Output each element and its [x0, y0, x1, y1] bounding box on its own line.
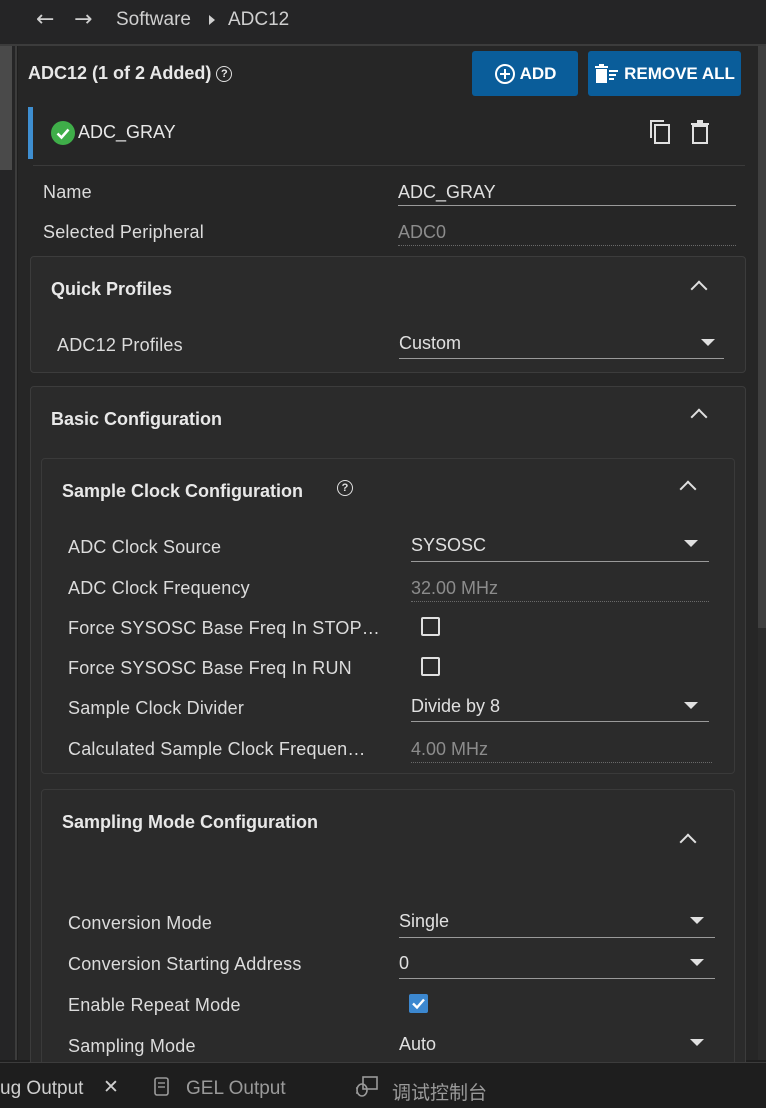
repeat-mode-label: Enable Repeat Mode: [68, 995, 241, 1015]
basic-config-title: Basic Configuration: [51, 409, 223, 429]
name-label: Name: [43, 182, 92, 202]
calc-freq-underline: [411, 762, 712, 764]
forward-arrow-icon[interactable]: →: [74, 7, 92, 32]
sampling-mode-select[interactable]: Auto: [399, 1034, 436, 1055]
force-run-label: Force SYSOSC Base Freq In RUN: [68, 658, 352, 678]
profiles-label: ADC12 Profiles: [57, 335, 183, 355]
profiles-dropdown-icon[interactable]: [701, 339, 715, 346]
clock-divider-underline: [411, 721, 709, 722]
start-addr-underline: [399, 978, 715, 979]
sampling-mode-label: Sampling Mode: [68, 1036, 196, 1056]
sample-clock-section: [41, 458, 735, 774]
peripheral-label: Selected Peripheral: [43, 222, 204, 242]
start-addr-dropdown-icon[interactable]: [690, 959, 704, 966]
left-gutter: [0, 46, 17, 1060]
delete-all-icon: [595, 63, 619, 83]
clock-divider-dropdown-icon[interactable]: [684, 702, 698, 709]
selection-accent: [28, 107, 33, 159]
clock-source-dropdown-icon[interactable]: [684, 540, 698, 547]
breadcrumb-software[interactable]: Software: [116, 9, 191, 31]
repeat-mode-checkbox[interactable]: [409, 994, 428, 1013]
clock-divider-select[interactable]: Divide by 8: [411, 696, 500, 717]
instance-name[interactable]: ADC_GRAY: [78, 122, 176, 143]
breadcrumb-separator-icon: [209, 15, 215, 25]
close-tab-icon[interactable]: ✕: [103, 1076, 119, 1098]
debug-console-icon: [356, 1076, 378, 1097]
module-title: ADC12 (1 of 2 Added) ?: [28, 63, 233, 84]
add-button-label: ADD: [519, 63, 557, 83]
breadcrumb-bar: [0, 0, 766, 46]
clock-freq-value: 32.00 MHz: [411, 578, 499, 598]
profiles-underline: [399, 358, 724, 359]
module-title-text: ADC12 (1 of 2 Added): [28, 63, 212, 83]
force-run-checkbox[interactable]: [421, 657, 440, 676]
add-button[interactable]: ADD: [472, 51, 578, 96]
clock-source-label: ADC Clock Source: [68, 537, 222, 557]
clock-source-underline: [411, 561, 709, 562]
start-addr-label: Conversion Starting Address: [68, 954, 302, 974]
clock-freq-underline: [411, 601, 709, 603]
clock-freq-label: ADC Clock Frequency: [68, 578, 250, 598]
help-icon[interactable]: ?: [216, 66, 233, 83]
sample-clock-help-icon[interactable]: ?: [337, 480, 353, 496]
conv-mode-select[interactable]: Single: [399, 911, 449, 932]
tab-gel-output[interactable]: GEL Output: [186, 1078, 286, 1100]
gutter-scroll-thumb[interactable]: [0, 46, 12, 170]
tab-debug-console[interactable]: 调试控制台: [392, 1078, 487, 1105]
calc-freq-value: 4.00 MHz: [411, 739, 489, 759]
clock-source-select[interactable]: SYSOSC: [411, 535, 486, 556]
force-stop-label: Force SYSOSC Base Freq In STOP…: [68, 618, 380, 638]
breadcrumb-current: ADC12: [228, 9, 290, 30]
checkmark-icon: [412, 998, 425, 1010]
start-addr-select[interactable]: 0: [399, 953, 409, 974]
remove-all-label: REMOVE ALL: [624, 63, 735, 83]
tab-debug-output[interactable]: ug Output: [0, 1078, 83, 1100]
conv-mode-dropdown-icon[interactable]: [690, 917, 704, 924]
back-arrow-icon[interactable]: ←: [36, 7, 54, 32]
conv-mode-underline: [399, 937, 715, 938]
output-file-icon: [154, 1077, 169, 1096]
sampling-mode-dropdown-icon[interactable]: [690, 1039, 704, 1046]
profiles-select[interactable]: Custom: [399, 333, 461, 354]
clock-divider-label: Sample Clock Divider: [68, 698, 245, 718]
copy-icon[interactable]: [648, 118, 672, 146]
quick-profiles-title: Quick Profiles: [51, 279, 173, 299]
conv-mode-label: Conversion Mode: [68, 913, 213, 933]
remove-all-button[interactable]: REMOVE ALL: [588, 51, 741, 96]
name-field-underline: [398, 205, 736, 206]
instance-divider: [33, 165, 745, 166]
valid-check-icon: [51, 121, 75, 145]
calc-freq-label: Calculated Sample Clock Frequen…: [68, 739, 366, 759]
peripheral-value: ADC0: [398, 222, 447, 242]
peripheral-underline: [398, 245, 736, 247]
delete-icon[interactable]: [689, 120, 711, 144]
scrollbar-thumb[interactable]: [758, 46, 766, 628]
add-circle-icon: [494, 63, 515, 84]
force-stop-checkbox[interactable]: [421, 617, 440, 636]
sample-clock-title: Sample Clock Configuration: [62, 481, 304, 501]
name-field[interactable]: ADC_GRAY: [398, 182, 496, 203]
sampling-mode-title: Sampling Mode Configuration: [62, 812, 318, 832]
